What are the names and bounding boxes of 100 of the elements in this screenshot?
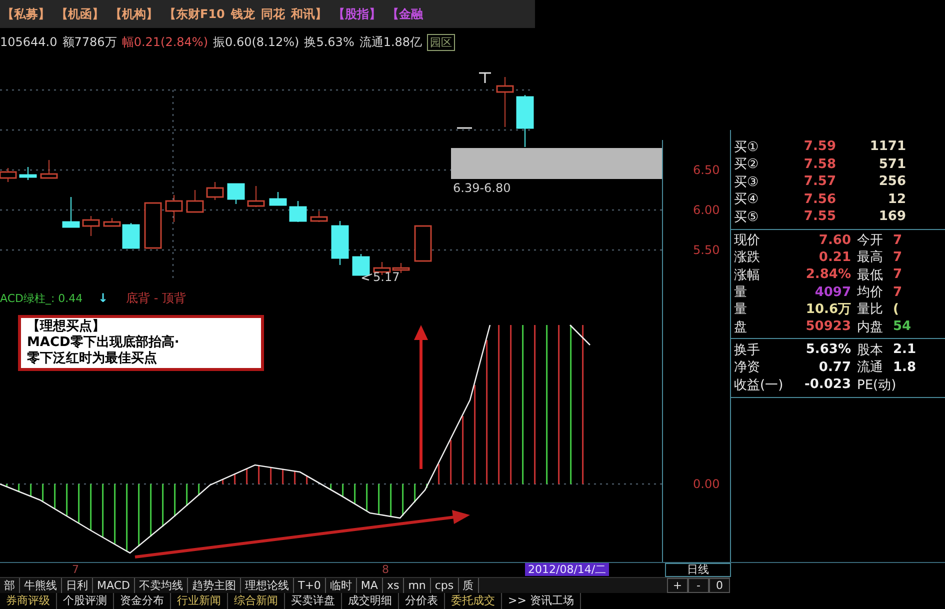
price-tick — [457, 127, 472, 129]
toolbar-button[interactable]: T+0 — [294, 578, 326, 593]
tab[interactable]: 【私募】 — [2, 6, 50, 22]
toolbar-button[interactable]: cps — [430, 578, 459, 593]
indicator-name: ACD绿柱_: 0.44 — [0, 292, 83, 305]
info-tab[interactable]: 成交明细 — [342, 593, 399, 609]
bid-volume: 256 — [878, 174, 906, 190]
stat-value: 1.8 — [893, 360, 918, 375]
quote-label: 量比 — [857, 301, 883, 318]
candlestick — [247, 186, 265, 208]
bid-price: 7.58 — [802, 156, 836, 172]
quote-label: 最低 — [857, 266, 883, 284]
zoom-button[interactable]: 0 — [709, 578, 730, 593]
quote-value: 10.6万 — [804, 301, 851, 318]
quote-stat: 额7786万 — [62, 34, 117, 50]
quote-label: 盘 — [734, 318, 748, 336]
tab[interactable]: 【东财F10 — [164, 6, 225, 22]
candlestick — [62, 196, 80, 228]
bid-price: 7.56 — [802, 192, 836, 207]
sector-badge: 园区 — [427, 34, 456, 50]
info-tab[interactable]: 资金分布 — [114, 593, 171, 609]
tab[interactable]: 钱龙 — [230, 6, 255, 22]
stat-value: 2.1 — [893, 342, 918, 358]
tab[interactable]: 同花 — [260, 6, 285, 22]
arrow-icon — [361, 273, 373, 281]
candlestick — [144, 202, 162, 249]
quote-label: 今开 — [857, 232, 883, 250]
date-badge: 2012/08/14/二 — [525, 563, 610, 576]
toolbar-button[interactable]: 趋势主图 — [188, 578, 241, 593]
bid-price: 7.59 — [802, 139, 836, 154]
candlestick — [331, 220, 349, 266]
candlestick — [496, 76, 514, 128]
info-tab[interactable]: 委托成交 — [445, 593, 502, 609]
toolbar-button[interactable]: 部 — [0, 578, 20, 593]
candlestick — [414, 225, 432, 262]
candlestick — [186, 190, 204, 213]
quote-label: 涨幅 — [734, 266, 761, 284]
bid-volume: 571 — [878, 156, 906, 172]
annotation-text: 零下泛红时为最佳买点 — [27, 351, 158, 367]
info-tab[interactable]: >> 资讯工场 — [502, 593, 581, 609]
quote-label: 均价 — [857, 284, 883, 302]
quote-stat: 105644.0 — [0, 35, 58, 49]
quote-stat: 换5.63% — [304, 34, 354, 50]
toolbar-button[interactable]: 理想论线 — [240, 578, 294, 593]
annotation-title: 【理想买点】 — [27, 319, 106, 335]
candlestick — [40, 160, 58, 179]
tab[interactable]: 【机函】 — [56, 6, 104, 22]
low-price-label: 5.17 — [373, 270, 400, 284]
info-tab[interactable]: 个股评测 — [57, 593, 114, 609]
candlestick — [310, 210, 328, 222]
info-tab[interactable]: 买卖详盘 — [285, 593, 342, 609]
info-tab[interactable]: 行业新闻 — [171, 593, 228, 609]
quote-label: 内盘 — [857, 318, 883, 336]
toolbar-button[interactable]: mn — [404, 578, 431, 593]
quote-value: 4097 — [814, 284, 851, 300]
zoom-button[interactable]: + — [667, 578, 688, 593]
quote-label: 最高 — [857, 249, 883, 266]
quote-label: 量 — [734, 301, 748, 318]
stat-value: 0.77 — [818, 360, 851, 375]
quote-value: 7 — [893, 232, 904, 248]
candlestick — [289, 200, 307, 222]
quote-value: 54 — [893, 319, 912, 334]
info-tab[interactable]: 综合新闻 — [228, 593, 285, 609]
toolbar-button[interactable]: 不卖均线 — [134, 578, 188, 593]
quote-value: 0.21 — [818, 250, 851, 265]
toolbar-button[interactable]: xs — [382, 578, 404, 593]
zoom-button[interactable]: - — [688, 578, 709, 593]
tab[interactable]: 【金融 — [386, 6, 423, 22]
tab[interactable]: 【机构】 — [110, 6, 158, 22]
candlestick — [352, 254, 370, 276]
quote-value: 7.60 — [818, 232, 851, 248]
bid-label: 买④ — [734, 191, 760, 208]
range-label: 6.39-6.80 — [453, 181, 511, 195]
candlestick — [82, 216, 100, 236]
tab[interactable]: 和讯】 — [290, 6, 327, 22]
toolbar-button[interactable]: MA — [356, 578, 383, 593]
toolbar-button[interactable]: 日利 — [62, 578, 93, 593]
high-marker-icon — [478, 72, 492, 84]
bid-label: 买⑤ — [734, 208, 760, 226]
toolbar-button[interactable]: 牛熊线 — [20, 578, 62, 593]
bid-volume: 169 — [878, 209, 906, 224]
bid-label: 买③ — [734, 174, 760, 191]
info-tab[interactable]: 券商评级 — [0, 593, 57, 609]
toolbar-button[interactable]: 临时 — [326, 578, 357, 593]
time-axis-label: 8 — [382, 563, 389, 576]
price-axis-label: 6.00 — [693, 203, 720, 217]
toolbar-button[interactable]: 质 — [458, 578, 479, 593]
period-label: 日线 — [665, 563, 731, 577]
tab[interactable]: 【股指】 — [332, 6, 381, 22]
candlestick — [165, 194, 183, 222]
quote-label: 现价 — [734, 232, 761, 250]
bid-price: 7.55 — [802, 209, 836, 224]
trend-arrow: ↓ — [98, 291, 108, 305]
bid-volume: 12 — [886, 192, 906, 207]
toolbar-button[interactable]: MACD — [93, 578, 135, 593]
candlestick — [206, 182, 224, 200]
info-tab[interactable]: 分价表 — [399, 593, 445, 609]
quote-stat: 流通1.88亿 — [359, 34, 422, 50]
candlestick — [227, 183, 245, 204]
bid-label: 买② — [734, 156, 760, 174]
